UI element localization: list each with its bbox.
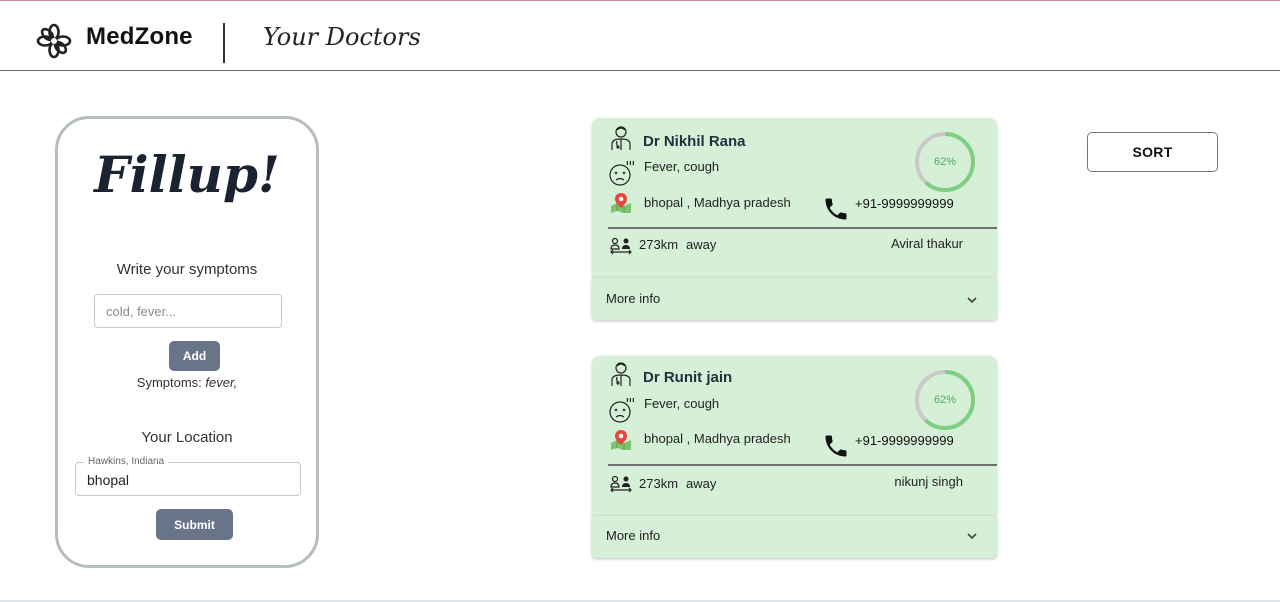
location-input-value[interactable]: bhopal [87, 472, 129, 488]
location-label: Your Location [141, 429, 233, 446]
brand-name[interactable]: MedZone [86, 23, 193, 51]
map-pin-icon [611, 193, 631, 213]
form-title: Fillup! [94, 145, 280, 204]
sick-face-icon [609, 397, 634, 423]
distance-away: away [686, 237, 717, 252]
submit-button[interactable]: Submit [156, 509, 233, 540]
card-divider [608, 464, 997, 466]
symptom-form-card: Fillup! Write your symptoms Add Symptoms… [55, 116, 319, 568]
app-header: MedZone Your Doctors [0, 1, 1280, 71]
chevron-down-icon[interactable] [965, 529, 979, 543]
doctor-address: bhopal , Madhya pradesh [644, 195, 791, 210]
doctor-name: Dr Runit jain [643, 369, 733, 386]
doctor-card: Dr Runit jain Fever, cough bhopal , Madh… [592, 356, 997, 558]
match-percent: 62% [933, 394, 957, 406]
header-divider [223, 23, 225, 63]
distance-value: 273km [639, 476, 679, 491]
more-info-label[interactable]: More info [606, 528, 660, 543]
symptoms-prefix: Symptoms: [136, 375, 202, 390]
doctor-icon [611, 126, 631, 150]
more-info-label[interactable]: More info [606, 291, 660, 306]
doctor-address: bhopal , Madhya pradesh [644, 431, 791, 446]
phone-icon[interactable] [822, 195, 850, 223]
doctor-card: Dr Nikhil Rana Fever, cough bhopal , Mad… [592, 118, 997, 320]
card-divider [608, 227, 997, 229]
distance-away: away [686, 476, 717, 491]
patient-name: Aviral thakur [890, 236, 963, 251]
symptoms-input[interactable] [94, 294, 282, 328]
sort-button[interactable]: SORT [1087, 132, 1218, 172]
phone-icon[interactable] [822, 432, 850, 460]
sick-face-icon [609, 160, 634, 186]
doctor-distance: 273km away [639, 237, 716, 252]
symptoms-value: fever, [205, 375, 238, 390]
location-field[interactable]: Hawkins, Indiana bhopal [75, 456, 301, 496]
doctor-symptoms: Fever, cough [644, 396, 720, 411]
doctor-phone[interactable]: +91-9999999999 [855, 196, 954, 211]
map-pin-icon [611, 430, 631, 450]
page-heading: Your Doctors [263, 23, 421, 51]
doctor-icon [611, 362, 631, 386]
doctor-symptoms: Fever, cough [644, 159, 720, 174]
location-field-legend: Hawkins, Indiana [84, 456, 169, 467]
medzone-logo-icon [36, 23, 72, 59]
doctor-name: Dr Nikhil Rana [643, 133, 746, 150]
doctor-card-body: Dr Nikhil Rana Fever, cough bhopal , Mad… [592, 118, 997, 277]
doctor-card-body: Dr Runit jain Fever, cough bhopal , Madh… [592, 356, 997, 515]
chevron-down-icon[interactable] [965, 293, 979, 307]
symptoms-label: Write your symptoms [116, 261, 258, 278]
more-info-accordion[interactable]: More info [592, 278, 997, 320]
match-percent: 62% [933, 156, 957, 168]
people-distance-icon [610, 237, 632, 255]
symptoms-summary: Symptoms: fever, [58, 375, 316, 390]
add-symptom-button[interactable]: Add [169, 341, 220, 371]
doctor-phone[interactable]: +91-9999999999 [855, 433, 954, 448]
people-distance-icon [610, 475, 632, 493]
distance-value: 273km [639, 237, 679, 252]
doctor-distance: 273km away [639, 476, 716, 491]
more-info-accordion[interactable]: More info [592, 516, 997, 558]
patient-name: nikunj singh [894, 474, 963, 489]
